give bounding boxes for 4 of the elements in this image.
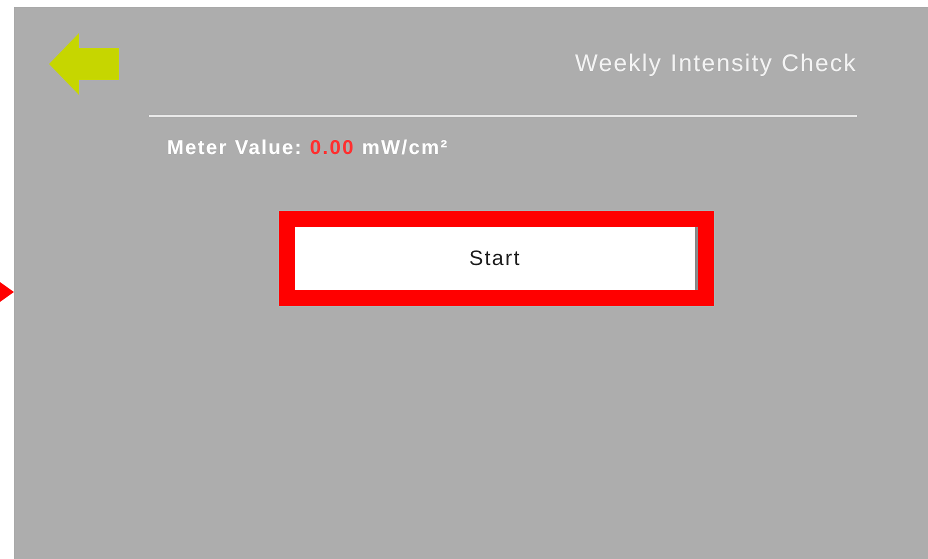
- back-arrow-icon[interactable]: [49, 33, 119, 95]
- start-button[interactable]: Start: [295, 227, 698, 290]
- screen-title: Weekly Intensity Check: [575, 50, 857, 78]
- meter-reading: Meter Value: 0.00 mW/cm²: [167, 137, 450, 160]
